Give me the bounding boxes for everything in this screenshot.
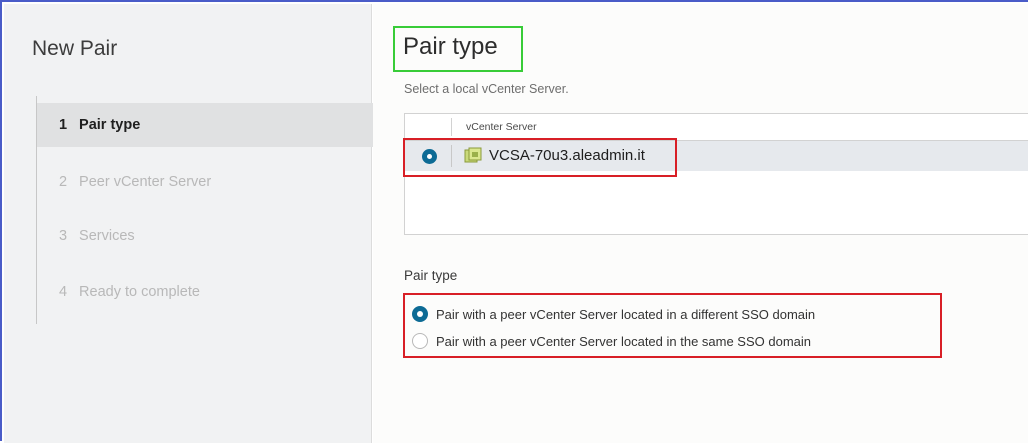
step-label: Ready to complete — [79, 284, 200, 300]
step-label: Services — [79, 228, 135, 244]
wizard-title: New Pair — [32, 37, 118, 60]
step-number: 1 — [59, 117, 68, 133]
page-title: Pair type — [403, 33, 498, 60]
wizard-steps: 1 Pair type 2 Peer vCenter Server 3 Serv… — [36, 96, 373, 324]
step-number: 4 — [59, 284, 68, 300]
step-label: Peer vCenter Server — [79, 174, 212, 190]
grid-header: vCenter Server — [405, 114, 1028, 141]
column-header-vcenter-server[interactable]: vCenter Server — [466, 121, 537, 133]
option-label[interactable]: Pair with a peer vCenter Server located … — [436, 334, 811, 349]
step-number: 2 — [59, 174, 68, 190]
page-subtitle: Select a local vCenter Server. — [404, 82, 569, 96]
step-number: 3 — [59, 228, 68, 244]
option-label[interactable]: Pair with a peer vCenter Server located … — [436, 307, 815, 322]
step-services[interactable]: 3 Services — [37, 214, 373, 258]
wizard-sidebar: New Pair 1 Pair type 2 Peer vCenter Serv… — [4, 4, 373, 443]
step-label: Pair type — [79, 117, 141, 133]
step-peer-vcenter-server[interactable]: 2 Peer vCenter Server — [37, 160, 373, 204]
step-ready-to-complete[interactable]: 4 Ready to complete — [37, 270, 373, 314]
wizard-window: New Pair 1 Pair type 2 Peer vCenter Serv… — [0, 0, 1028, 443]
radio-button-unchecked[interactable] — [412, 333, 428, 349]
radio-button-checked[interactable] — [412, 306, 428, 322]
step-pair-type[interactable]: 1 Pair type — [37, 103, 373, 147]
pair-type-label: Pair type — [404, 268, 458, 283]
column-divider[interactable] — [451, 118, 452, 136]
vcenter-selection-highlight-box — [403, 138, 677, 177]
